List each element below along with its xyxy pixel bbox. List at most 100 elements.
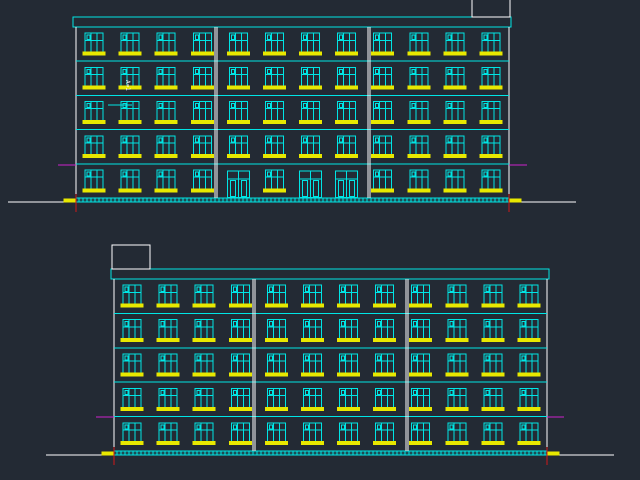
window-sill bbox=[407, 154, 431, 159]
window bbox=[373, 319, 397, 343]
door-leaf bbox=[338, 179, 345, 197]
window-sill bbox=[299, 51, 323, 56]
window-sill bbox=[299, 154, 323, 159]
window-pane bbox=[413, 389, 418, 396]
base-step bbox=[101, 451, 115, 456]
window bbox=[371, 101, 395, 124]
window-sill bbox=[371, 51, 395, 56]
window-pane bbox=[485, 286, 490, 292]
window-frame bbox=[302, 422, 322, 443]
window-pane bbox=[122, 34, 127, 40]
roof-stair-tower bbox=[471, 0, 511, 18]
window-pane bbox=[339, 68, 344, 75]
window-pane bbox=[411, 34, 416, 40]
door-leaf bbox=[313, 179, 320, 197]
window bbox=[443, 101, 467, 124]
window-sill bbox=[335, 154, 359, 159]
window-sill bbox=[118, 154, 142, 159]
window-sill bbox=[262, 51, 286, 56]
window bbox=[373, 284, 397, 308]
window bbox=[373, 387, 397, 411]
window-sill bbox=[371, 85, 395, 90]
window-sill bbox=[120, 406, 144, 411]
window-pane bbox=[483, 34, 488, 40]
window bbox=[192, 284, 216, 308]
window-sill bbox=[154, 188, 178, 193]
window bbox=[481, 353, 505, 377]
window-frame bbox=[84, 135, 104, 156]
window bbox=[443, 32, 467, 56]
window-sill bbox=[262, 154, 286, 159]
window-frame bbox=[447, 353, 467, 374]
window bbox=[299, 32, 323, 56]
window bbox=[517, 387, 541, 411]
window-pane bbox=[122, 171, 127, 177]
window-pane bbox=[230, 34, 235, 40]
window-frame bbox=[483, 319, 503, 340]
window-sill bbox=[481, 303, 505, 308]
window-frame bbox=[122, 353, 142, 374]
window-frame bbox=[302, 319, 322, 340]
window-sill bbox=[192, 441, 216, 446]
window-pane bbox=[411, 103, 416, 109]
window-sill bbox=[120, 372, 144, 377]
window-sill bbox=[262, 188, 286, 193]
window-pane bbox=[521, 321, 526, 327]
window-sill bbox=[373, 372, 397, 377]
window bbox=[156, 353, 180, 377]
window-frame bbox=[337, 32, 357, 53]
window-pane bbox=[375, 34, 380, 40]
window-frame bbox=[481, 135, 501, 156]
window-pane bbox=[485, 424, 490, 430]
window-frame bbox=[519, 422, 539, 443]
window-pane bbox=[375, 171, 380, 177]
window-sill bbox=[443, 51, 467, 56]
window bbox=[517, 284, 541, 308]
window-frame bbox=[156, 101, 176, 121]
window-frame bbox=[409, 66, 429, 87]
window-pane bbox=[86, 137, 91, 143]
window-pane bbox=[266, 103, 271, 109]
window bbox=[481, 422, 505, 446]
window bbox=[192, 422, 216, 446]
window-sill bbox=[371, 188, 395, 193]
window-frame bbox=[264, 135, 284, 156]
rear-elevation bbox=[46, 244, 614, 465]
window bbox=[371, 66, 395, 90]
window-frame bbox=[301, 135, 321, 156]
window-sill bbox=[192, 338, 216, 343]
window-sill bbox=[481, 372, 505, 377]
window bbox=[120, 319, 144, 343]
window bbox=[156, 284, 180, 308]
window-frame bbox=[264, 66, 284, 87]
window-frame bbox=[481, 32, 501, 53]
window-frame bbox=[411, 284, 431, 305]
window-frame bbox=[192, 32, 212, 53]
entrance-door bbox=[335, 170, 359, 199]
window-pane bbox=[122, 68, 127, 75]
window-pane bbox=[194, 68, 199, 75]
window-pane bbox=[521, 424, 526, 430]
small-vertical-note: A=1 bbox=[124, 80, 131, 91]
window-pane bbox=[230, 68, 235, 75]
window-pane bbox=[303, 34, 308, 40]
window-pane bbox=[521, 389, 526, 396]
window-frame bbox=[373, 135, 393, 156]
window bbox=[335, 101, 359, 124]
window-pane bbox=[194, 171, 199, 177]
window-pane bbox=[266, 34, 271, 40]
window bbox=[409, 284, 433, 308]
window-pane bbox=[485, 355, 490, 361]
window-sill bbox=[156, 441, 180, 446]
window bbox=[192, 387, 216, 411]
window bbox=[262, 135, 286, 159]
window-sill bbox=[262, 119, 286, 124]
window-frame bbox=[122, 319, 142, 340]
plinth-band bbox=[75, 197, 510, 203]
window-pane bbox=[447, 34, 452, 40]
window bbox=[371, 169, 395, 193]
window-pane bbox=[339, 137, 344, 143]
window-pane bbox=[449, 355, 454, 361]
window-frame bbox=[301, 101, 321, 121]
window-sill bbox=[479, 85, 503, 90]
